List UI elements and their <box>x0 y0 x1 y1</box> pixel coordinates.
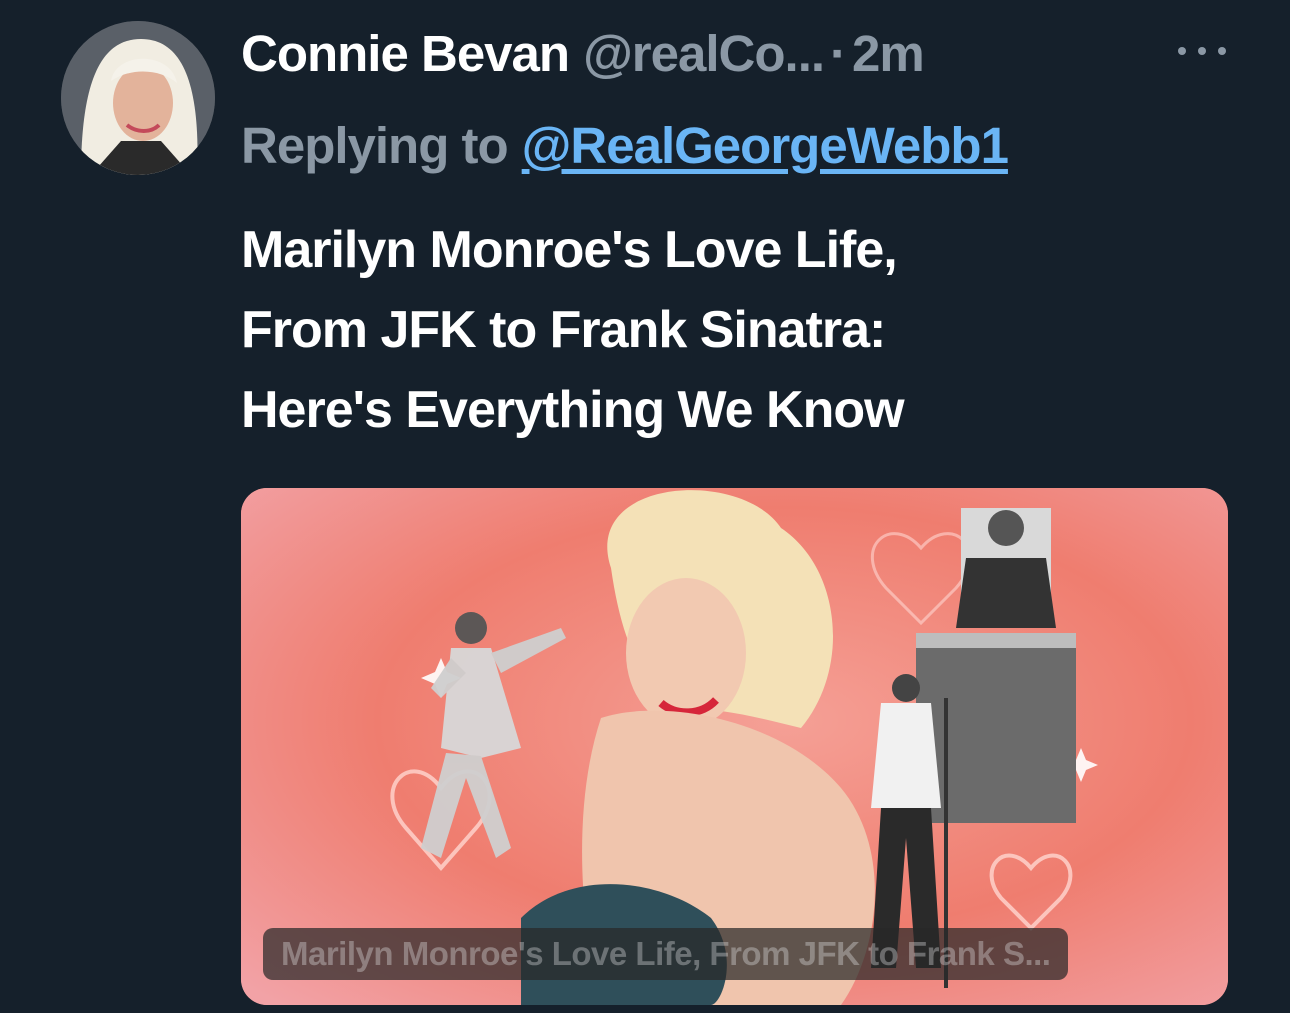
separator: · <box>830 24 847 82</box>
dot <box>1178 47 1186 55</box>
tweet-header: Connie Bevan @realCo... · 2m <box>241 18 925 88</box>
avatar-photo <box>61 21 215 175</box>
tweet-text-line: Marilyn Monroe's Love Life, <box>241 221 898 279</box>
replying-to-label: Replying to <box>241 116 509 174</box>
dot <box>1198 47 1206 55</box>
dot <box>1218 47 1226 55</box>
timestamp[interactable]: 2m <box>852 24 925 83</box>
more-icon[interactable] <box>1178 36 1226 66</box>
tweet-text-line: From JFK to Frank Sinatra: <box>241 301 886 359</box>
tweet-text-line: Here's Everything We Know <box>241 381 905 439</box>
tweet-text: Marilyn Monroe's Love Life, From JFK to … <box>241 210 1201 450</box>
replying-to: Replying to @RealGeorgeWebb1 <box>241 110 1009 180</box>
avatar[interactable] <box>61 21 215 175</box>
user-handle[interactable]: @realCo... <box>583 24 825 83</box>
link-card[interactable]: Marilyn Monroe's Love Life, From JFK to … <box>241 488 1228 1005</box>
display-name[interactable]: Connie Bevan <box>241 24 570 83</box>
card-title: Marilyn Monroe's Love Life, From JFK to … <box>263 928 1069 980</box>
card-title-text: Marilyn Monroe's Love Life, From JFK to … <box>281 935 1051 972</box>
mention-link[interactable]: @RealGeorgeWebb1 <box>522 116 1009 175</box>
